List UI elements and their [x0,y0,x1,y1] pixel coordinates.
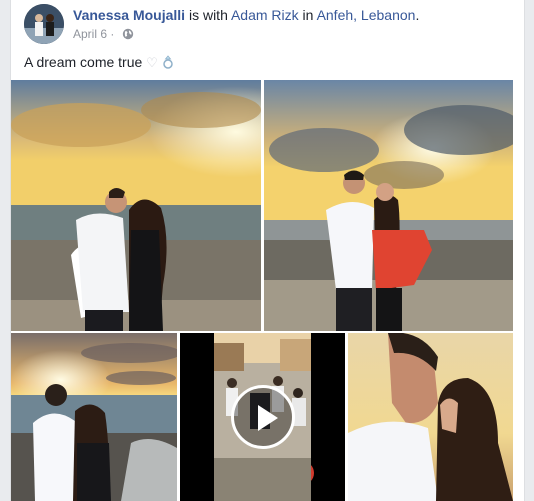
post-card: Vanessa Moujalli is with Adam Rizk in An… [10,0,525,501]
with-text: is with [185,7,231,23]
in-text: in [298,7,317,23]
photo-3[interactable] [11,333,177,501]
post-meta: April 6 · [73,27,134,43]
post-text: A dream come true ♡ [24,54,174,72]
avatar[interactable] [24,4,64,44]
photo-1[interactable] [11,80,261,331]
post-date[interactable]: April 6 [73,27,107,41]
post-header: Vanessa Moujalli is with Adam Rizk in An… [73,7,419,23]
photo-2[interactable] [264,80,513,331]
tagged-user-link[interactable]: Adam Rizk [231,7,299,23]
post-text-content: A dream come true [24,54,143,70]
globe-icon[interactable] [122,28,134,43]
meta-separator: · [107,27,118,41]
period-text: . [415,7,420,23]
author-link[interactable]: Vanessa Moujalli [73,7,185,23]
play-icon [257,405,278,431]
video-thumbnail[interactable] [180,333,345,501]
photo-5[interactable] [348,333,513,501]
play-button[interactable] [230,385,295,449]
location-link[interactable]: Anfeh, Lebanon [317,7,416,23]
heart-emoji-icon: ♡ [146,55,158,70]
ring-emoji-icon [162,55,174,72]
